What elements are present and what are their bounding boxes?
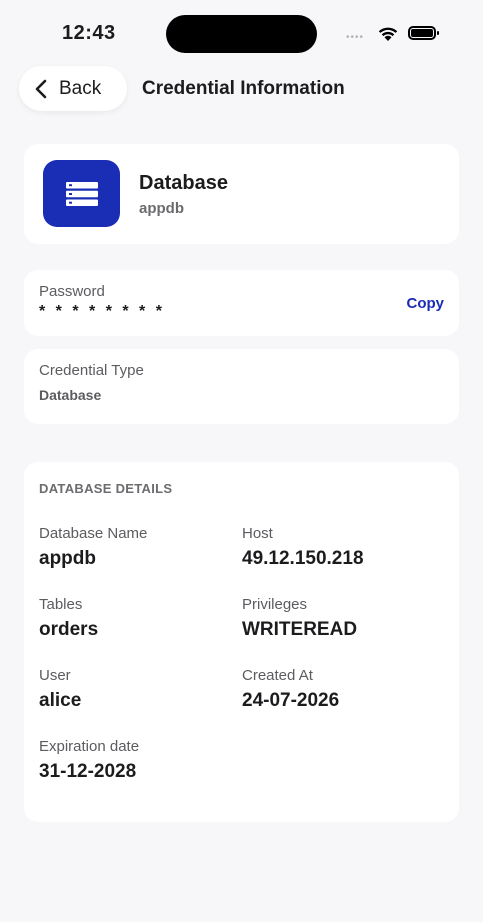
created-at-value: 24-07-2026 bbox=[242, 690, 340, 711]
privileges-label: Privileges bbox=[242, 596, 308, 613]
privileges-value: WRITEREAD bbox=[242, 619, 358, 640]
signal-icon: •••• bbox=[346, 32, 365, 43]
credential-type-label: Credential Type bbox=[39, 362, 144, 379]
wifi-icon bbox=[378, 27, 398, 41]
host-value: 49.12.150.218 bbox=[242, 548, 364, 569]
tables-label: Tables bbox=[39, 596, 83, 613]
database-name-label: Database Name bbox=[39, 525, 148, 542]
database-icon bbox=[43, 160, 120, 227]
credential-type-value: Database bbox=[39, 387, 102, 403]
password-label: Password bbox=[39, 283, 105, 300]
dynamic-island bbox=[166, 15, 317, 53]
back-label: Back bbox=[59, 77, 102, 99]
credential-subtitle: appdb bbox=[139, 200, 184, 217]
details-heading: DATABASE DETAILS bbox=[39, 481, 173, 496]
created-at-label: Created At bbox=[242, 667, 313, 684]
page-title: Credential Information bbox=[142, 78, 345, 99]
battery-icon bbox=[408, 26, 439, 40]
chevron-left-icon bbox=[35, 79, 47, 98]
status-time: 12:43 bbox=[62, 22, 116, 44]
host-label: Host bbox=[242, 525, 273, 542]
credential-title: Database bbox=[139, 172, 228, 194]
password-card: Password * * * * * * * * Copy bbox=[24, 270, 459, 336]
database-details-card: DATABASE DETAILS Database Name appdb Hos… bbox=[24, 462, 459, 822]
password-value: * * * * * * * * bbox=[39, 303, 165, 320]
tables-value: orders bbox=[39, 619, 99, 640]
expiration-date-value: 31-12-2028 bbox=[39, 761, 137, 782]
credential-type-card: Credential Type Database bbox=[24, 349, 459, 424]
expiration-date-label: Expiration date bbox=[39, 738, 140, 755]
credential-summary-card: Database appdb bbox=[24, 144, 459, 244]
database-name-value: appdb bbox=[39, 548, 96, 569]
user-label: User bbox=[39, 667, 71, 684]
copy-button[interactable]: Copy bbox=[407, 295, 445, 312]
user-value: alice bbox=[39, 690, 82, 711]
status-bar: 12:43 •••• bbox=[0, 0, 483, 66]
back-button[interactable]: Back bbox=[19, 66, 127, 111]
